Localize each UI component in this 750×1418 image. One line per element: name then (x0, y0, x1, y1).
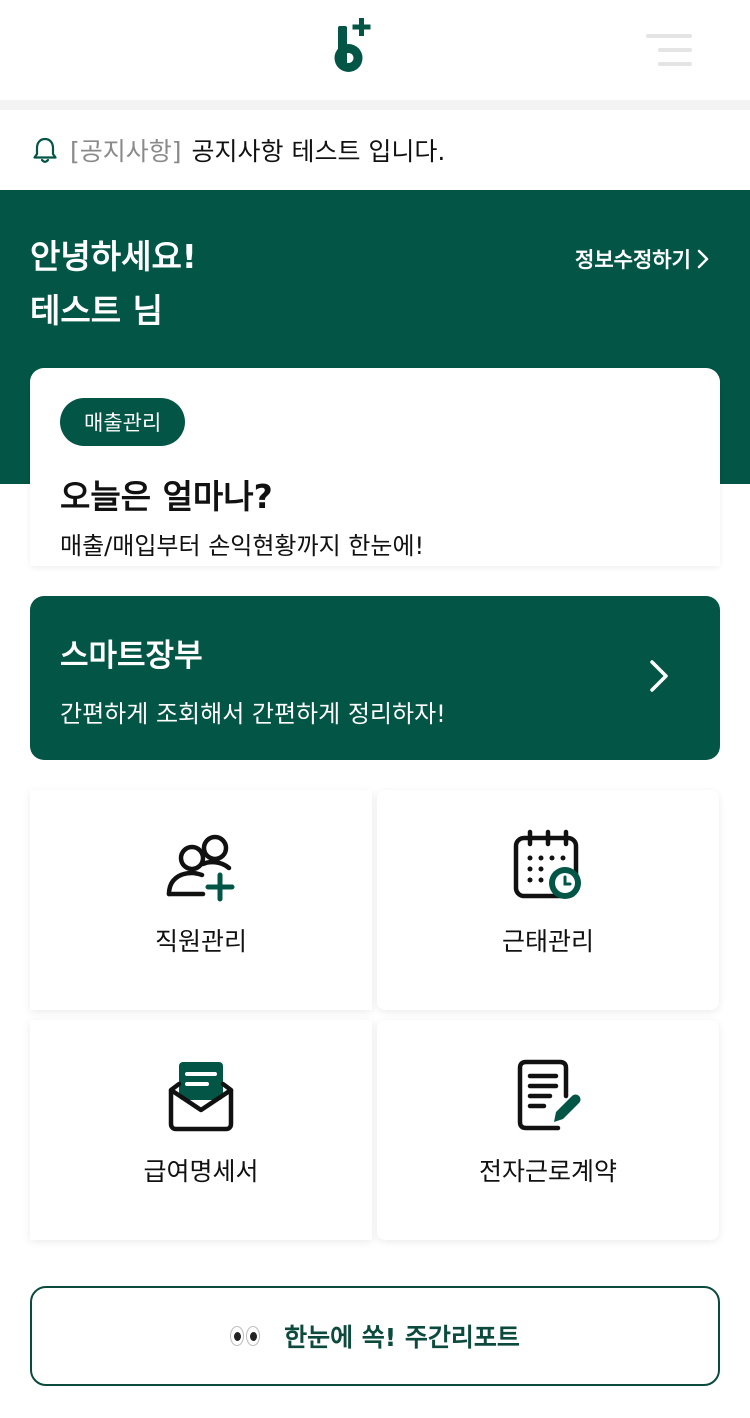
sales-subtitle: 매출/매입부터 손익현황까지 한눈에! (60, 532, 425, 560)
menu-tile-label: 직원관리 (154, 927, 247, 956)
greeting-line-hello: 안녕하세요! (30, 237, 197, 276)
notice-banner[interactable]: [공지사항] 공지사항 테스트 입니다. (0, 110, 750, 190)
smart-ledger-card[interactable]: 스마트장부 간편하게 조회해서 간편하게 정리하자! (30, 596, 720, 760)
menu-tile-e-contract[interactable]: 전자근로계약 (377, 1020, 719, 1240)
envelope-letter-icon (168, 1062, 234, 1132)
weekly-report-button[interactable]: 한눈에 쏙! 주간리포트 (30, 1286, 720, 1386)
bell-icon (33, 137, 57, 163)
smart-ledger-subtitle: 간편하게 조회해서 간편하게 정리하자! (60, 700, 446, 728)
eyes-icon (230, 1326, 262, 1346)
menu-tile-label: 근태관리 (501, 927, 594, 956)
app-header (0, 0, 750, 100)
menu-tile-employees[interactable]: 직원관리 (30, 790, 372, 1010)
edit-profile-link[interactable]: 정보수정하기 (575, 244, 709, 274)
notice-text: 공지사항 테스트 입니다. (191, 137, 446, 166)
section-divider (0, 100, 750, 110)
menu-tile-attendance[interactable]: 근태관리 (377, 790, 719, 1010)
chevron-right-icon (650, 660, 668, 692)
sales-management-card[interactable]: 매출관리 오늘은 얼마나? 매출/매입부터 손익현황까지 한눈에! (30, 368, 720, 566)
document-pen-icon (517, 1059, 581, 1131)
menu-tile-label: 급여명세서 (143, 1157, 259, 1186)
hamburger-menu-icon[interactable] (644, 30, 692, 70)
smart-ledger-title: 스마트장부 (60, 638, 203, 674)
greeting-line-name: 테스트 님 (30, 291, 163, 330)
greeting-text: 안녕하세요! 테스트 님 (30, 230, 197, 338)
menu-tile-payslip[interactable]: 급여명세서 (30, 1020, 372, 1240)
edit-profile-label: 정보수정하기 (575, 248, 691, 272)
brand-logo-icon[interactable] (330, 18, 380, 82)
notice-tag: [공지사항] (70, 137, 182, 166)
sales-badge: 매출관리 (60, 398, 186, 446)
chevron-right-icon (697, 249, 709, 269)
sales-title: 오늘은 얼마나? (60, 477, 273, 516)
menu-tile-label: 전자근로계약 (478, 1157, 617, 1186)
weekly-report-label: 한눈에 쏙! 주간리포트 (284, 1323, 520, 1352)
calendar-clock-icon (513, 829, 581, 899)
add-user-icon (166, 834, 235, 902)
